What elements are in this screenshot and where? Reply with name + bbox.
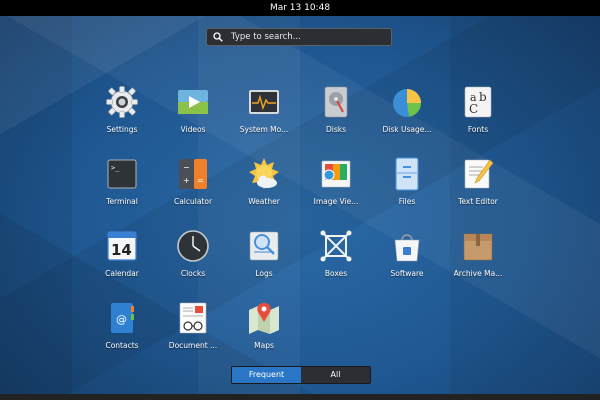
app-label: Image Vie...: [313, 197, 359, 206]
software-icon: [394, 234, 420, 262]
search-input[interactable]: [227, 32, 391, 42]
app-label: Weather: [248, 197, 280, 206]
app-videos[interactable]: Videos: [157, 80, 229, 140]
app-label: Maps: [254, 341, 274, 350]
app-label: Terminal: [106, 197, 138, 206]
bottom-edge: [0, 394, 600, 400]
app-label: Software: [390, 269, 424, 278]
videos-icon: [178, 90, 208, 114]
svg-text:−: −: [183, 163, 190, 172]
app-maps[interactable]: Maps: [228, 296, 300, 356]
app-label: System Mo...: [239, 125, 289, 134]
calendar-date: 14: [111, 241, 132, 259]
app-files[interactable]: Files: [371, 152, 443, 212]
document-viewer-icon: [179, 302, 207, 334]
svg-text:b: b: [479, 90, 487, 104]
app-disk-usage[interactable]: Disk Usage...: [371, 80, 443, 140]
app-calendar[interactable]: 14 Calendar: [86, 224, 158, 284]
system-monitor-icon: [249, 90, 279, 114]
app-label: Clocks: [180, 269, 206, 278]
boxes-icon: [320, 230, 352, 262]
app-software[interactable]: Software: [371, 224, 443, 284]
app-fonts[interactable]: a b C Fonts: [442, 80, 514, 140]
app-label: Fonts: [467, 125, 489, 134]
app-label: Contacts: [105, 341, 139, 350]
app-archive-manager[interactable]: Archive Ma...: [442, 224, 514, 284]
contacts-icon: @: [111, 303, 134, 333]
files-icon: [395, 157, 419, 191]
app-label: Archive Ma...: [453, 269, 503, 278]
terminal-icon: >_: [107, 159, 137, 189]
weather-icon: [249, 158, 279, 189]
app-label: Document ...: [168, 341, 218, 350]
app-document-viewer[interactable]: Document ...: [157, 296, 229, 356]
logs-icon: [249, 231, 279, 261]
view-switcher[interactable]: Frequent All: [231, 366, 371, 384]
app-label: Calculator: [173, 197, 213, 206]
app-label: Disk Usage...: [382, 125, 432, 134]
app-contacts[interactable]: @ Contacts: [86, 296, 158, 356]
calculator-icon: − + =: [179, 159, 207, 189]
maps-icon: [249, 303, 279, 334]
svg-text:+: +: [183, 176, 190, 185]
disks-icon: [324, 86, 348, 118]
app-system-monitor[interactable]: System Mo...: [228, 80, 300, 140]
search-box[interactable]: [206, 28, 392, 46]
image-viewer-icon: [321, 160, 351, 188]
app-clocks[interactable]: Clocks: [157, 224, 229, 284]
app-label: Videos: [180, 125, 206, 134]
app-label: Calendar: [105, 269, 139, 278]
app-label: Boxes: [324, 269, 348, 278]
settings-icon: [106, 86, 138, 118]
app-label: Settings: [106, 125, 138, 134]
svg-text:@: @: [116, 313, 127, 326]
app-settings[interactable]: Settings: [86, 80, 158, 140]
app-disks[interactable]: Disks: [300, 80, 372, 140]
calendar-icon: 14: [107, 231, 137, 261]
fonts-icon: a b C: [464, 86, 492, 118]
top-bar[interactable]: Mar 13 10:48: [0, 0, 600, 16]
app-label: Files: [398, 197, 416, 206]
disk-usage-icon: [393, 89, 421, 117]
app-text-editor[interactable]: Text Editor: [442, 152, 514, 212]
svg-text:=: =: [197, 176, 204, 185]
app-boxes[interactable]: Boxes: [300, 224, 372, 284]
clock-datetime[interactable]: Mar 13 10:48: [270, 3, 330, 13]
app-calculator[interactable]: − + = Calculator: [157, 152, 229, 212]
tab-all[interactable]: All: [301, 367, 370, 383]
app-weather[interactable]: Weather: [228, 152, 300, 212]
app-label: Logs: [255, 269, 273, 278]
svg-text:C: C: [469, 102, 478, 116]
app-terminal[interactable]: >_ Terminal: [86, 152, 158, 212]
search-icon: [213, 30, 227, 44]
app-label: Text Editor: [458, 197, 498, 206]
app-logs[interactable]: Logs: [228, 224, 300, 284]
app-label: Disks: [325, 125, 347, 134]
app-image-viewer[interactable]: Image Vie...: [300, 152, 372, 212]
text-editor-icon: [464, 159, 494, 189]
archive-manager-icon: [463, 233, 493, 261]
tab-frequent[interactable]: Frequent: [232, 367, 301, 383]
svg-text:>_: >_: [111, 164, 120, 172]
clocks-icon: [177, 230, 209, 262]
